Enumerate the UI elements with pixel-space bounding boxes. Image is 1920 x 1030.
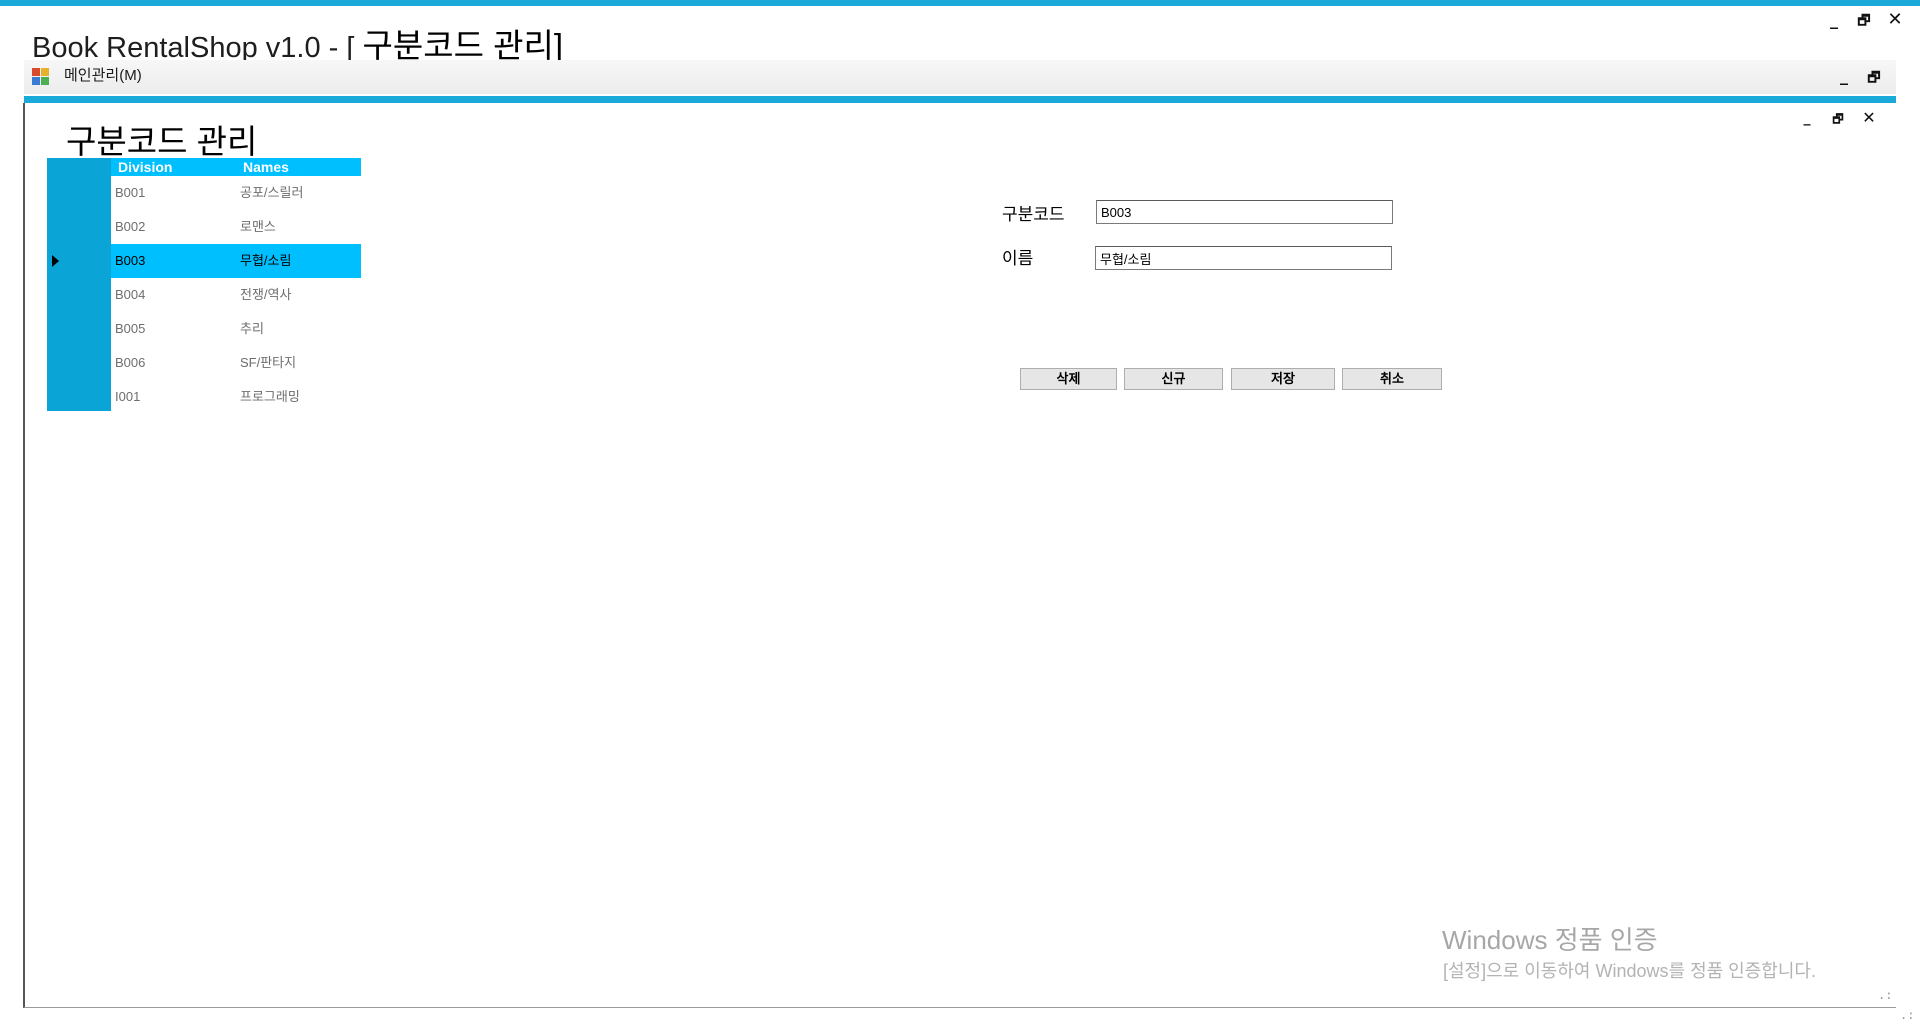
table-row-selected[interactable]: B003 무협/소림 — [111, 244, 361, 278]
table-row[interactable]: B005 추리 — [111, 312, 361, 346]
child-maximize-button[interactable]: 🗗 — [1831, 110, 1845, 131]
window-title-child: 구분코드 관리 — [362, 27, 554, 64]
app-menu-icon[interactable] — [32, 68, 50, 86]
window-minimize-button[interactable]: _ — [1826, 10, 1842, 29]
window-resize-grip-icon[interactable]: .: — [1900, 1009, 1914, 1021]
window-title-bracket: ] — [553, 27, 563, 64]
table-row[interactable]: B001 공포/스릴러 — [111, 176, 361, 210]
menu-item-main[interactable]: 메인관리(M) — [64, 66, 142, 86]
cell-division: B005 — [115, 321, 146, 336]
cell-name: SF/판타지 — [240, 355, 297, 370]
child-accent-bar — [24, 96, 1896, 103]
cell-division: I001 — [115, 389, 141, 404]
cell-division: B006 — [115, 355, 146, 370]
cell-division: B002 — [115, 219, 146, 234]
new-button[interactable]: 신규 — [1124, 368, 1223, 390]
cell-name: 로맨스 — [240, 219, 276, 234]
cancel-button[interactable]: 취소 — [1342, 368, 1442, 390]
child-resize-grip-icon[interactable]: .: — [1878, 989, 1892, 1001]
mdi-minimize-button[interactable]: _ — [1836, 66, 1852, 85]
name-label: 이름 — [1002, 249, 1034, 268]
cell-name: 무협/소림 — [240, 253, 292, 268]
cell-name: 공포/스릴러 — [240, 185, 304, 200]
cell-name: 프로그래밍 — [240, 389, 300, 404]
code-input[interactable] — [1096, 200, 1393, 224]
menu-strip — [24, 60, 1896, 94]
column-header-names[interactable]: Names — [243, 158, 289, 176]
child-close-button[interactable]: ✕ — [1861, 108, 1877, 127]
column-header-division[interactable]: Division — [118, 158, 172, 176]
form-title: 구분코드 관리 — [66, 123, 258, 160]
save-button[interactable]: 저장 — [1231, 368, 1335, 390]
activation-watermark-text: [설정]으로 이동하여 Windows를 정품 인증합니다. — [1443, 961, 1816, 981]
cell-division: B003 — [115, 253, 146, 268]
activation-watermark-title: Windows 정품 인증 — [1442, 925, 1658, 955]
window-close-button[interactable]: ✕ — [1886, 9, 1904, 30]
cell-division: B001 — [115, 185, 146, 200]
table-row[interactable]: I001 프로그래밍 — [111, 380, 361, 414]
mdi-maximize-button[interactable]: 🗗 — [1866, 67, 1882, 91]
name-input[interactable] — [1095, 246, 1392, 270]
cell-name: 전쟁/역사 — [240, 287, 292, 302]
child-minimize-button[interactable]: _ — [1800, 110, 1814, 126]
delete-button[interactable]: 삭제 — [1020, 368, 1117, 390]
table-row[interactable]: B004 전쟁/역사 — [111, 278, 361, 312]
table-row[interactable]: B006 SF/판타지 — [111, 346, 361, 380]
grid-header: Division Names — [111, 158, 361, 176]
table-row[interactable]: B002 로맨스 — [111, 210, 361, 244]
grid-row-header-column — [47, 158, 111, 411]
window-accent-bar — [0, 0, 1920, 6]
code-label: 구분코드 — [1002, 205, 1065, 224]
cell-division: B004 — [115, 287, 146, 302]
cell-name: 추리 — [240, 321, 264, 336]
current-row-arrow-icon — [52, 255, 59, 267]
window-maximize-button[interactable]: 🗗 — [1856, 10, 1872, 34]
